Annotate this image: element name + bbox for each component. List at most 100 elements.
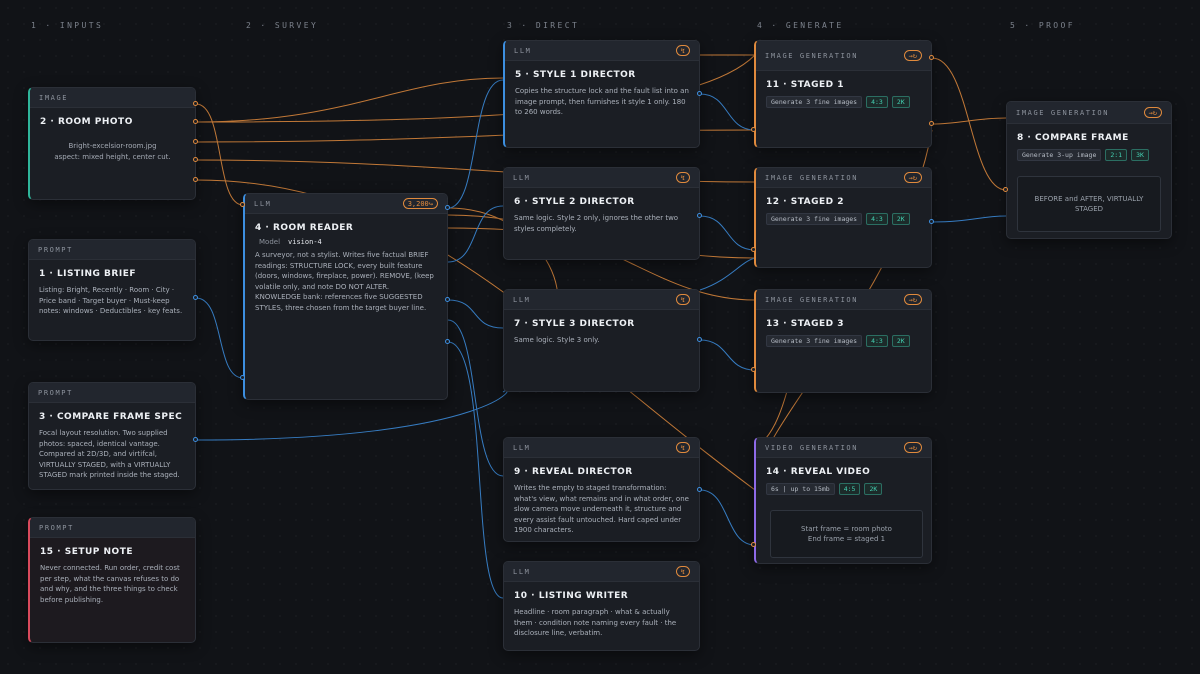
output-port[interactable] — [445, 339, 450, 344]
link-arrow-icon: →↻ — [903, 172, 922, 183]
node-style-1-director[interactable]: LLM ↯ 5 · STYLE 1 DIRECTOR Copies the st… — [503, 40, 700, 148]
output-port[interactable] — [929, 219, 934, 224]
node-reveal-director[interactable]: LLM ↯ 9 · REVEAL DIRECTOR Writes the emp… — [503, 437, 700, 542]
link-arrow-icon: →↻ — [903, 294, 922, 305]
start-frame-label: Start frame = room photo — [801, 524, 892, 533]
node-title: 14 · REVEAL VIDEO — [766, 467, 871, 477]
output-port[interactable] — [929, 121, 934, 126]
image-filename: Bright-excelsior-room.jpg — [68, 142, 157, 150]
node-title: 3 · COMPARE FRAME SPEC — [39, 412, 183, 422]
wire-staged2-to-compare — [931, 215, 1007, 223]
node-type-label: LLM — [513, 567, 531, 576]
node-title: 8 · COMPARE FRAME — [1017, 133, 1129, 143]
chip-generate[interactable]: Generate 3-up image — [1017, 149, 1102, 161]
compare-preview: BEFORE and AFTER, VIRTUALLY STAGED — [1017, 176, 1161, 232]
node-title: 5 · STYLE 1 DIRECTOR — [515, 70, 636, 80]
wire-style3-to-staged3 — [699, 339, 756, 371]
output-port[interactable] — [697, 487, 702, 492]
node-compare-frame-spec[interactable]: PROMPT 3 · COMPARE FRAME SPEC Focal layo… — [28, 382, 196, 490]
node-staged-3[interactable]: IMAGE GENERATION →↻ 13 · STAGED 3 Genera… — [754, 289, 932, 393]
output-port[interactable] — [697, 337, 702, 342]
input-port[interactable] — [1003, 187, 1008, 192]
node-type-label: LLM — [514, 46, 532, 55]
node-title: 11 · STAGED 1 — [766, 80, 844, 90]
node-type-label: IMAGE — [39, 93, 69, 102]
wire-reader-to-style1 — [447, 79, 504, 209]
output-port[interactable] — [697, 91, 702, 96]
node-type-label: IMAGE GENERATION — [1016, 108, 1110, 117]
input-port[interactable] — [751, 127, 756, 132]
chip-duration[interactable]: 6s | up to 15mb — [766, 483, 835, 495]
node-title: 15 · SETUP NOTE — [40, 547, 133, 557]
node-style-3-director[interactable]: LLM ↯ 7 · STYLE 3 DIRECTOR Same logic. S… — [503, 289, 700, 392]
node-room-reader[interactable]: LLM 3,200 ↪ 4 · ROOM READER Model vision-… — [243, 193, 448, 400]
chip-resolution[interactable]: 2K — [891, 96, 910, 108]
output-port[interactable] — [445, 205, 450, 210]
chip-resolution[interactable]: 2K — [891, 335, 910, 347]
node-title: 13 · STAGED 3 — [766, 319, 844, 329]
output-port[interactable] — [193, 295, 198, 300]
node-body: Listing: Bright, Recently · Room · City … — [39, 286, 183, 315]
link-arrow-icon: →↻ — [1143, 107, 1162, 118]
output-port[interactable] — [445, 297, 450, 302]
node-type-label: LLM — [513, 295, 531, 304]
end-frame-label: End frame = staged 1 — [807, 535, 886, 543]
input-port[interactable] — [751, 247, 756, 252]
bolt-icon: ↯ — [675, 294, 690, 305]
node-body: Headline · room paragraph · what & actua… — [514, 608, 677, 637]
chip-generate[interactable]: Generate 3 fine images — [766, 96, 863, 108]
output-port[interactable] — [929, 55, 934, 60]
node-style-2-director[interactable]: LLM ↯ 6 · STYLE 2 DIRECTOR Same logic. S… — [503, 167, 700, 260]
node-body: Never connected. Run order, credit cost … — [40, 564, 180, 604]
wire-reader-to-style2 — [447, 205, 504, 263]
compare-preview-text: BEFORE and AFTER, VIRTUALLY STAGED — [1034, 194, 1144, 214]
wire-style1-to-staged1 — [699, 93, 756, 131]
chip-aspect[interactable]: 4:3 — [866, 335, 888, 347]
node-type-label: LLM — [513, 173, 531, 182]
link-arrow-icon: →↻ — [903, 50, 922, 61]
output-port[interactable] — [193, 119, 198, 124]
chip-generate[interactable]: Generate 3 fine images — [766, 335, 863, 347]
output-port[interactable] — [697, 213, 702, 218]
input-port[interactable] — [751, 542, 756, 547]
node-listing-brief[interactable]: PROMPT 1 · LISTING BRIEF Listing: Bright… — [28, 239, 196, 341]
bolt-icon: ↯ — [675, 566, 690, 577]
output-port[interactable] — [193, 101, 198, 106]
input-port[interactable] — [240, 202, 245, 207]
chip-resolution[interactable]: 3K — [1131, 149, 1149, 161]
node-type-label: PROMPT — [39, 523, 74, 532]
node-body: Same logic. Style 3 only. — [514, 336, 600, 344]
node-staged-1[interactable]: IMAGE GENERATION →↻ 11 · STAGED 1 Genera… — [754, 40, 932, 148]
node-compare-frame[interactable]: IMAGE GENERATION →↻ 8 · COMPARE FRAME Ge… — [1006, 101, 1172, 239]
output-port[interactable] — [193, 177, 198, 182]
node-room-photo[interactable]: IMAGE 2 · ROOM PHOTO Bright-excelsior-ro… — [28, 87, 196, 200]
chip-aspect[interactable]: 4:3 — [866, 213, 888, 225]
bolt-icon: ↯ — [675, 172, 690, 183]
node-type-label: LLM — [513, 443, 531, 452]
node-title: 4 · ROOM READER — [255, 223, 354, 233]
node-setup-note[interactable]: PROMPT 15 · SETUP NOTE Never connected. … — [28, 517, 196, 643]
node-reveal-video[interactable]: VIDEO GENERATION →↻ 14 · REVEAL VIDEO 6s… — [754, 437, 932, 564]
wire-reveal-to-video — [699, 489, 756, 546]
node-listing-writer[interactable]: LLM ↯ 10 · LISTING WRITER Headline · roo… — [503, 561, 700, 651]
chip-generate[interactable]: Generate 3 fine images — [766, 213, 863, 225]
chip-aspect[interactable]: 4:5 — [838, 483, 861, 495]
input-port[interactable] — [240, 375, 245, 380]
link-arrow-icon: →↻ — [903, 442, 922, 453]
output-port[interactable] — [193, 157, 198, 162]
chip-resolution[interactable]: 2K — [864, 483, 883, 495]
node-body: Copies the structure lock and the fault … — [515, 87, 689, 116]
chip-aspect[interactable]: 2:1 — [1105, 149, 1128, 161]
chip-aspect[interactable]: 4:3 — [866, 96, 888, 108]
node-body: Same logic. Style 2 only, ignores the ot… — [514, 214, 679, 233]
output-port[interactable] — [193, 139, 198, 144]
node-title: 6 · STYLE 2 DIRECTOR — [514, 197, 635, 207]
chip-resolution[interactable]: 2K — [891, 213, 910, 225]
output-port[interactable] — [193, 437, 198, 442]
node-title: 2 · ROOM PHOTO — [40, 117, 133, 127]
input-port[interactable] — [751, 367, 756, 372]
node-title: 10 · LISTING WRITER — [514, 591, 629, 601]
node-staged-2[interactable]: IMAGE GENERATION →↻ 12 · STAGED 2 Genera… — [754, 167, 932, 268]
model-select[interactable]: vision-4 — [288, 238, 322, 246]
bolt-icon: ↯ — [675, 45, 690, 56]
